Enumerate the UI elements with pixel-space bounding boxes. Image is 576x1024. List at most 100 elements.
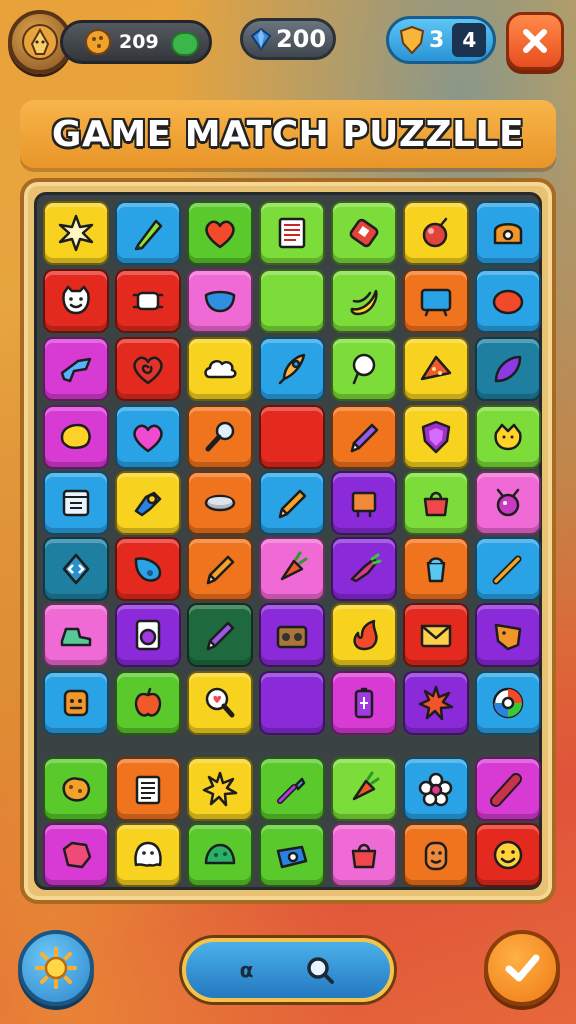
robot-icon [134,491,162,517]
add-coins-button[interactable] [171,32,199,56]
coin-count: 209 [119,31,159,53]
hint-button[interactable] [18,930,94,1006]
tile-carrot[interactable] [259,537,325,601]
tile-camera[interactable] [259,823,325,887]
tile-boot[interactable] [43,603,109,667]
gem-count: 200 [275,25,327,53]
tile-stick[interactable] [475,537,541,601]
tile-disc[interactable] [187,471,253,535]
tile-leaf[interactable] [475,337,541,401]
tile-blob[interactable] [475,269,541,333]
tile-mask[interactable] [187,269,253,333]
tile-face[interactable] [403,823,469,887]
tile-smile[interactable] [475,823,541,887]
blob-icon [492,289,524,315]
tile-radio[interactable] [259,603,325,667]
tile-spark[interactable] [187,757,253,821]
tile-calendar[interactable] [43,471,109,535]
tile-tiger[interactable] [43,671,109,735]
tile-drop[interactable] [115,537,181,601]
tile-robot[interactable] [115,471,181,535]
tile-pen[interactable] [331,405,397,469]
tile-pen[interactable] [187,603,253,667]
carrot-icon [352,771,380,801]
tile-cookie[interactable] [43,757,109,821]
apple-icon [134,687,162,717]
tile-bug[interactable] [475,471,541,535]
tile-cloud[interactable] [187,337,253,401]
tile-critter[interactable] [475,405,541,469]
tile-lemon[interactable] [43,405,109,469]
tile-battery[interactable] [331,671,397,735]
tile-empty[interactable] [259,269,325,333]
tile-cat-face[interactable] [43,269,109,333]
tile-washer[interactable] [115,603,181,667]
tile-ghost[interactable] [115,823,181,887]
wheel-icon [492,687,524,719]
tile-envelope[interactable] [403,603,469,667]
search-bar[interactable]: α [182,938,394,1002]
tile-heart-pink[interactable] [115,405,181,469]
tile-bag[interactable] [331,823,397,887]
phone-icon [349,218,379,248]
tile-pizza[interactable] [403,337,469,401]
tile-rolling-pin[interactable] [475,757,541,821]
drop-icon [134,557,162,582]
tile-crab[interactable] [115,269,181,333]
close-button[interactable] [506,12,564,70]
tile-heart[interactable] [187,201,253,265]
bag-icon [351,843,377,869]
tile-carrot[interactable] [331,757,397,821]
tile-wand[interactable] [259,757,325,821]
crab-icon [132,291,164,311]
fox-icon [494,623,522,651]
tile-bag[interactable] [403,471,469,535]
magnifier-heart-icon [205,687,235,718]
tile-flower[interactable] [403,757,469,821]
lemon-icon [60,423,91,449]
tile-diamond[interactable] [43,537,109,601]
top-hud: 209 200 3 4 [0,0,576,84]
tile-pencil[interactable] [259,471,325,535]
tile-blaster[interactable] [43,337,109,401]
tile-empty[interactable] [259,405,325,469]
tile-microphone[interactable] [187,405,253,469]
gem-face-icon [62,841,92,869]
tile-banana[interactable] [331,269,397,333]
tile-magnifier-heart[interactable] [187,671,253,735]
bomb-icon [422,217,448,248]
tile-flame[interactable] [331,603,397,667]
tile-fox[interactable] [475,603,541,667]
tile-empty[interactable] [259,671,325,735]
disc-icon [204,494,236,512]
confirm-button[interactable] [484,930,560,1006]
tile-phone[interactable] [331,201,397,265]
tile-rocket[interactable] [259,337,325,401]
tile-tv[interactable] [403,269,469,333]
heart-pink-icon [133,424,163,453]
clipboard-icon [135,775,161,805]
tile-bomb[interactable] [403,201,469,265]
key-counter[interactable]: 3 4 [386,16,496,64]
tile-wheel[interactable] [475,671,541,735]
tile-splat[interactable] [403,671,469,735]
tile-spiral-heart[interactable] [115,337,181,401]
tile-marker[interactable] [115,201,181,265]
search-icon[interactable] [304,954,336,986]
tile-shield[interactable] [403,405,469,469]
tile-apple[interactable] [115,671,181,735]
tile-clipboard[interactable] [115,757,181,821]
spiral-heart-icon [133,356,163,385]
tile-pencil[interactable] [187,537,253,601]
tile-pin[interactable] [331,337,397,401]
tile-gem-face[interactable] [43,823,109,887]
tile-crate[interactable] [331,471,397,535]
tile-slime[interactable] [187,823,253,887]
tile-star-burst[interactable] [43,201,109,265]
envelope-icon [420,624,452,648]
tile-cup[interactable] [403,537,469,601]
tile-document[interactable] [259,201,325,265]
tile-fish[interactable] [331,537,397,601]
face-icon [424,841,448,871]
tile-chest[interactable] [475,201,541,265]
